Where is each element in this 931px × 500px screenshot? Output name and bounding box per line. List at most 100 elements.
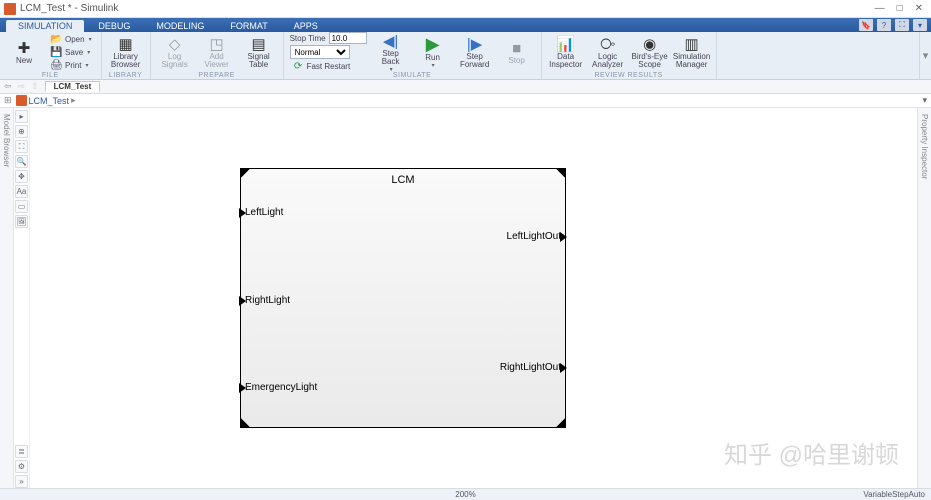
editor-toolbar: ⇦ ⇨ ⇧ LCM_Test xyxy=(0,80,931,94)
zoom-tool-button[interactable]: 🔍 xyxy=(15,155,28,168)
annotation-button[interactable]: Aa xyxy=(15,185,28,198)
hide-toolbar-button[interactable]: ▸ xyxy=(15,110,28,123)
model-data-button[interactable]: ⚙ xyxy=(15,460,28,473)
birdseye-button[interactable]: ◉Bird's-Eye Scope xyxy=(630,32,670,72)
run-button[interactable]: ▶ Run▾ xyxy=(413,32,453,72)
zoom-in-button[interactable]: ⊕ xyxy=(15,125,28,138)
close-button[interactable]: ✕ xyxy=(915,3,923,14)
image-button[interactable]: 🖼 xyxy=(15,215,28,228)
logic-analyzer-icon: ⧂ xyxy=(599,35,617,53)
nav-back-button[interactable]: ⇦ xyxy=(4,81,12,92)
solver-label[interactable]: VariableStepAuto xyxy=(863,490,925,499)
maximize-button[interactable]: □ xyxy=(897,3,903,14)
workspace: Model Browser ▸ ⊕ ⛶ 🔍 ✥ Aa ▭ 🖼 ≣ ⚙ » LCM… xyxy=(0,108,931,488)
data-inspector-button[interactable]: 📊Data Inspector xyxy=(546,32,586,72)
library-icon: ▦ xyxy=(117,35,135,53)
breadcrumb-arrow-icon[interactable]: ▸ xyxy=(71,95,76,106)
group-file: ✚ New 📂Open▾ 💾Save▾ 🖨Print▾ FILE xyxy=(0,32,102,79)
signal-table-button[interactable]: ▤ Signal Table xyxy=(239,32,279,72)
lcm-block[interactable]: LCM LeftLight RightLight EmergencyLight … xyxy=(240,168,566,428)
stoptime-input[interactable] xyxy=(329,32,367,44)
status-bar: 200% VariableStepAuto xyxy=(0,488,931,500)
step-forward-button[interactable]: |▶ Step Forward xyxy=(455,32,495,72)
step-back-button[interactable]: ◀| Step Back▾ xyxy=(371,32,411,72)
tab-debug[interactable]: DEBUG xyxy=(86,20,142,32)
open-icon: 📂 xyxy=(51,34,62,45)
add-viewer-button[interactable]: ◳ Add Viewer xyxy=(197,32,237,72)
fullscreen-icon[interactable]: ⛶ xyxy=(895,19,909,31)
stoptime-label: Stop Time xyxy=(290,34,326,43)
nav-forward-button[interactable]: ⇨ xyxy=(18,81,26,92)
sim-manager-button[interactable]: ▥Simulation Manager xyxy=(672,32,712,72)
model-tree-toggle[interactable]: ⊞ xyxy=(4,95,12,106)
fast-restart-icon: ⟳ xyxy=(293,61,304,72)
block-corner-icon xyxy=(556,418,566,428)
print-button[interactable]: 🖨Print▾ xyxy=(48,59,95,72)
mode-select[interactable]: Normal xyxy=(290,45,350,59)
zoom-level[interactable]: 200% xyxy=(455,490,475,499)
inport-arrow-icon xyxy=(239,296,246,306)
area-button[interactable]: ▭ xyxy=(15,200,28,213)
fit-view-button[interactable]: ⛶ xyxy=(15,140,28,153)
log-icon: ◇ xyxy=(166,35,184,53)
save-button[interactable]: 💾Save▾ xyxy=(48,46,95,59)
fast-restart-button[interactable]: ⟳Fast Restart xyxy=(290,60,367,72)
stop-icon: ■ xyxy=(508,39,526,57)
save-icon: 💾 xyxy=(51,47,62,58)
breadcrumb-dropdown[interactable]: ▾ xyxy=(922,95,927,106)
library-browser-button[interactable]: ▦ Library Browser xyxy=(106,32,146,72)
block-title: LCM xyxy=(241,169,565,186)
canvas-palette: ▸ ⊕ ⛶ 🔍 ✥ Aa ▭ 🖼 ≣ ⚙ » xyxy=(14,108,30,488)
help-icon[interactable]: ? xyxy=(877,19,891,31)
ribbon-tabstrip: SIMULATION DEBUG MODELING FORMAT APPS 🔖 … xyxy=(0,18,931,32)
new-button[interactable]: ✚ New xyxy=(4,32,44,72)
pan-button[interactable]: ✥ xyxy=(15,170,28,183)
inport-rightlight[interactable]: RightLight xyxy=(245,295,290,306)
simulink-logo-icon xyxy=(4,3,16,15)
nav-up-button[interactable]: ⇧ xyxy=(31,81,39,92)
variant-button[interactable]: ≣ xyxy=(15,445,28,458)
run-icon: ▶ xyxy=(424,36,442,54)
window-title: LCM_Test * - Simulink xyxy=(20,3,875,14)
step-back-icon: ◀| xyxy=(382,32,400,50)
document-tab[interactable]: LCM_Test xyxy=(45,81,101,92)
left-panel-rail[interactable]: Model Browser xyxy=(0,108,14,488)
open-button[interactable]: 📂Open▾ xyxy=(48,33,95,46)
minimize-button[interactable]: — xyxy=(875,3,885,14)
inport-arrow-icon xyxy=(239,208,246,218)
model-browser-tab[interactable]: Model Browser xyxy=(2,114,11,167)
new-icon: ✚ xyxy=(15,39,33,57)
outport-rightlightout[interactable]: RightLightOut xyxy=(500,362,561,373)
group-review: 📊Data Inspector ⧂Logic Analyzer ◉Bird's-… xyxy=(542,32,717,79)
model-canvas[interactable]: LCM LeftLight RightLight EmergencyLight … xyxy=(30,108,917,488)
diagnostics-button[interactable]: » xyxy=(15,475,28,488)
block-corner-icon xyxy=(556,168,566,178)
stop-button[interactable]: ■ Stop xyxy=(497,32,537,72)
property-inspector-tab[interactable]: Property Inspector xyxy=(920,114,929,179)
inport-arrow-icon xyxy=(239,383,246,393)
outport-arrow-icon xyxy=(560,363,567,373)
sim-manager-icon: ▥ xyxy=(683,35,701,53)
group-prepare: ◇ Log Signals ◳ Add Viewer ▤ Signal Tabl… xyxy=(151,32,284,79)
toolstrip-overflow-button[interactable]: ▾ xyxy=(919,32,931,79)
inport-emergencylight[interactable]: EmergencyLight xyxy=(245,382,317,393)
logic-analyzer-button[interactable]: ⧂Logic Analyzer xyxy=(588,32,628,72)
birdseye-icon: ◉ xyxy=(641,35,659,53)
tab-modeling[interactable]: MODELING xyxy=(144,20,216,32)
breadcrumb-bar: ⊞ LCM_Test ▸ ▾ xyxy=(0,94,931,108)
outport-arrow-icon xyxy=(560,232,567,242)
inport-leftlight[interactable]: LeftLight xyxy=(245,207,283,218)
step-forward-icon: |▶ xyxy=(466,35,484,53)
data-inspector-icon: 📊 xyxy=(557,35,575,53)
right-panel-rail[interactable]: Property Inspector xyxy=(917,108,931,488)
group-library: ▦ Library Browser LIBRARY xyxy=(102,32,151,79)
breadcrumb-root[interactable]: LCM_Test xyxy=(29,96,70,106)
tab-simulation[interactable]: SIMULATION xyxy=(6,20,84,32)
log-signals-button[interactable]: ◇ Log Signals xyxy=(155,32,195,72)
outport-leftlightout[interactable]: LeftLightOut xyxy=(507,231,561,242)
shortcuts-icon[interactable]: 🔖 xyxy=(859,19,873,31)
tab-format[interactable]: FORMAT xyxy=(218,20,279,32)
minimize-ribbon-icon[interactable]: ▾ xyxy=(913,19,927,31)
window-titlebar[interactable]: LCM_Test * - Simulink — □ ✕ xyxy=(0,0,931,18)
tab-apps[interactable]: APPS xyxy=(282,20,330,32)
